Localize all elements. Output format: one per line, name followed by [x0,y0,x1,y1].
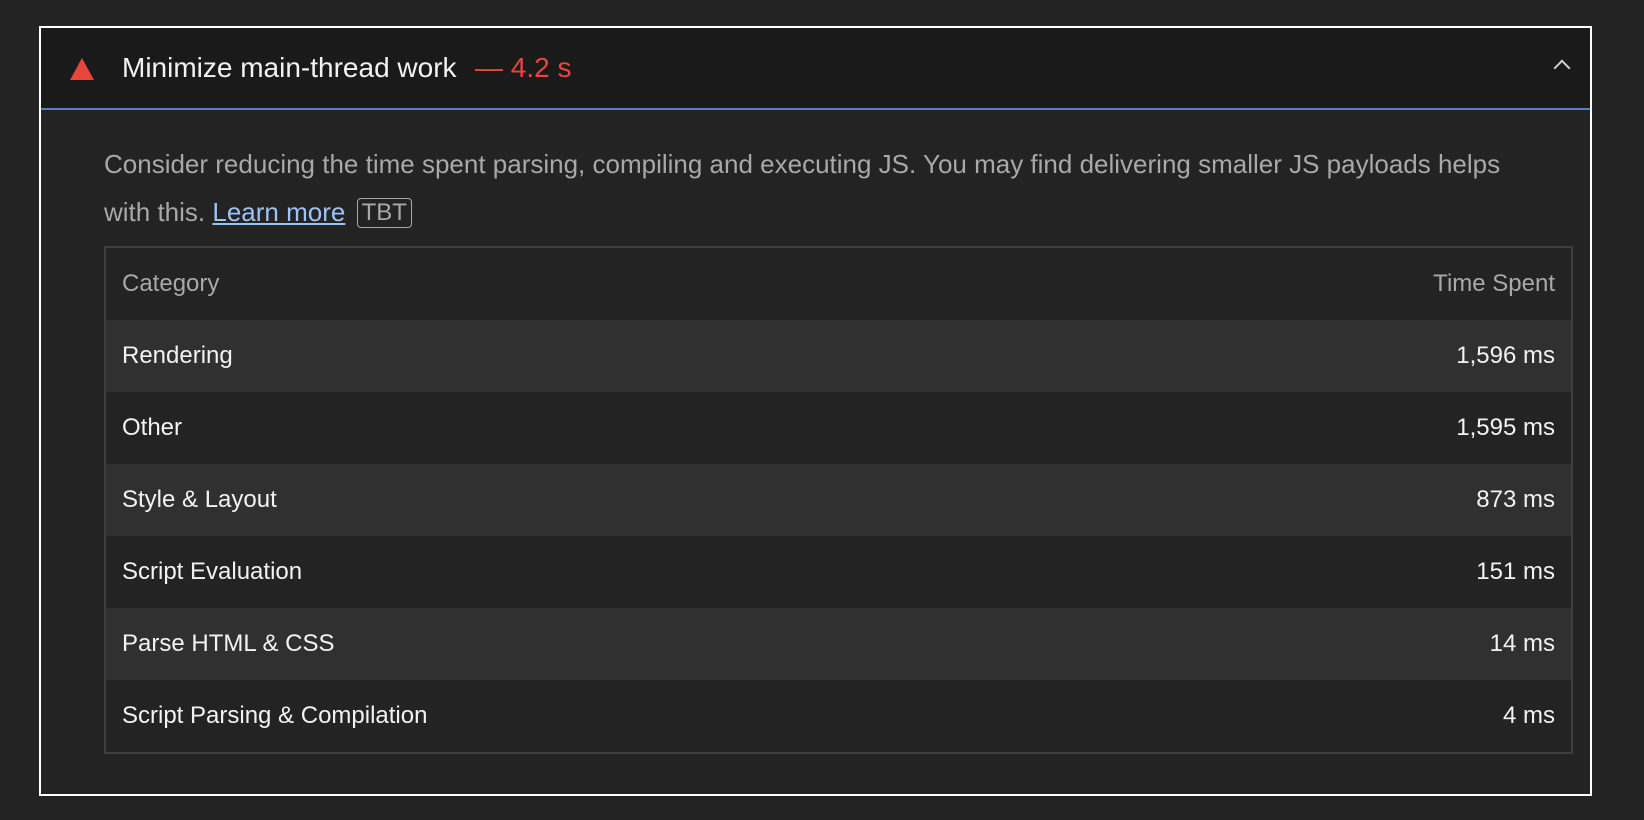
row-time: 14 ms [1489,630,1555,657]
table-row: Script Parsing & Compilation 4 ms [106,680,1571,752]
table-row: Rendering 1,596 ms [106,320,1571,392]
audit-title: Minimize main-thread work [122,52,457,83]
header-category: Category [122,270,220,297]
table-row: Script Evaluation 151 ms [106,536,1571,608]
learn-more-link[interactable]: Learn more [212,197,345,227]
audit-description: Consider reducing the time spent parsing… [104,140,1534,236]
row-category: Script Evaluation [122,558,303,585]
row-time: 873 ms [1476,486,1555,513]
table-row: Parse HTML & CSS 14 ms [106,608,1571,680]
row-category: Style & Layout [122,486,277,513]
header-time-spent: Time Spent [1433,270,1555,297]
row-category: Rendering [122,342,233,369]
metric-tag: TBT [356,198,412,228]
table-row: Style & Layout 873 ms [106,464,1571,536]
row-time: 151 ms [1476,558,1555,585]
audit-header[interactable]: Minimize main-thread work — 4.2 s [41,28,1590,110]
row-category: Other [122,414,183,441]
row-time: 1,596 ms [1456,342,1555,369]
table-header-row: Category Time Spent [106,248,1571,320]
row-category: Parse HTML & CSS [122,630,335,657]
audit-display-value: — 4.2 s [475,52,572,83]
chevron-up-icon[interactable] [1553,59,1571,77]
warning-triangle-icon [70,58,94,80]
row-time: 4 ms [1502,702,1555,729]
audit-panel: Minimize main-thread work — 4.2 s Consid… [39,26,1592,796]
table-row: Other 1,595 ms [106,392,1571,464]
row-category: Script Parsing & Compilation [122,702,428,729]
details-table: Category Time Spent Rendering 1,596 ms O… [104,246,1573,754]
row-time: 1,595 ms [1456,414,1555,441]
